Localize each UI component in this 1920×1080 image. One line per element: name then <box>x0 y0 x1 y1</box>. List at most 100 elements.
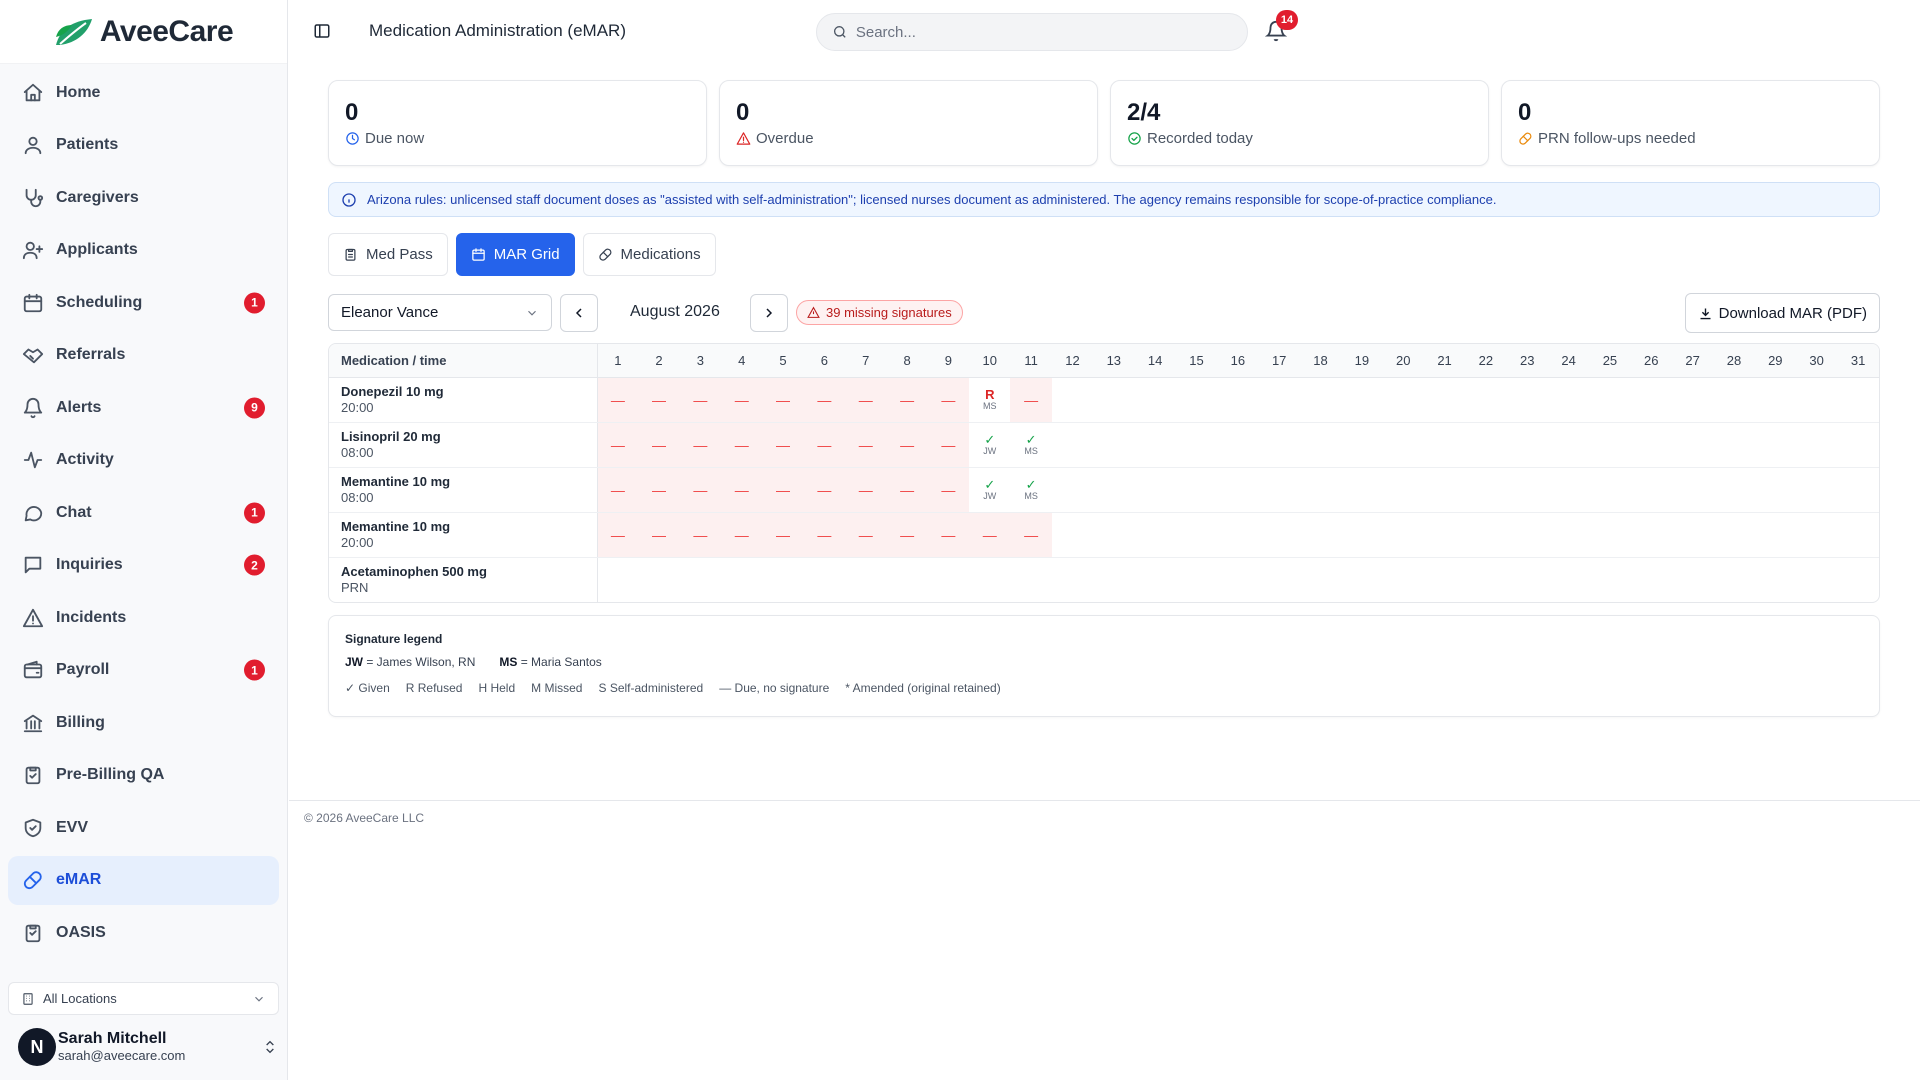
dose-cell-empty[interactable] <box>1589 512 1631 558</box>
dose-cell-missed[interactable]: — <box>721 377 763 423</box>
dose-cell-missed[interactable]: — <box>762 422 804 468</box>
dose-cell-empty[interactable] <box>1589 557 1630 602</box>
dose-cell-empty[interactable] <box>1796 557 1837 602</box>
dose-cell-empty[interactable] <box>1795 467 1838 513</box>
dose-cell-missed[interactable]: — <box>762 377 804 423</box>
dose-cell-refused[interactable]: R MS <box>969 377 1011 423</box>
dose-cell-empty[interactable] <box>1176 557 1217 602</box>
dose-cell-empty[interactable] <box>1506 422 1548 468</box>
sidebar-item-caregivers[interactable]: Caregivers <box>8 173 279 222</box>
dose-cell-empty[interactable] <box>1672 557 1713 602</box>
sidebar-item-alerts[interactable]: Alerts 9 <box>8 383 279 432</box>
dose-cell-missed[interactable]: — <box>597 422 639 468</box>
dose-cell-empty[interactable] <box>1589 377 1631 423</box>
dose-cell-empty[interactable] <box>1175 512 1218 558</box>
dose-cell-missed[interactable]: — <box>927 512 970 558</box>
dose-cell-given[interactable]: ✓ JW <box>969 422 1011 468</box>
tab-mar-grid[interactable]: MAR Grid <box>455 233 575 276</box>
dose-cell-empty[interactable] <box>1713 512 1755 558</box>
dose-cell-missed[interactable]: — <box>638 422 680 468</box>
dose-cell-empty[interactable] <box>1547 422 1590 468</box>
search-input[interactable] <box>855 23 1232 41</box>
dose-cell-missed[interactable]: — <box>845 467 887 513</box>
dose-cell-missed[interactable]: — <box>845 422 887 468</box>
dose-cell-empty[interactable] <box>1382 377 1424 423</box>
dose-cell-given[interactable]: ✓ MS <box>1010 422 1052 468</box>
dose-cell-empty[interactable] <box>1175 377 1218 423</box>
dose-cell-empty[interactable] <box>1341 557 1382 602</box>
dose-cell-empty[interactable] <box>762 557 803 602</box>
sidebar-item-pre-billing-qa[interactable]: Pre-Billing QA <box>8 751 279 800</box>
download-mar-button[interactable]: Download MAR (PDF) <box>1684 293 1880 333</box>
dose-cell-empty[interactable] <box>1795 512 1838 558</box>
dose-cell-empty[interactable] <box>1051 512 1094 558</box>
previous-month-button[interactable] <box>560 294 598 332</box>
dose-cell-empty[interactable] <box>886 557 927 602</box>
dose-cell-empty[interactable] <box>1547 467 1590 513</box>
dose-cell-empty[interactable] <box>1630 512 1672 558</box>
dose-cell-empty[interactable] <box>1589 422 1631 468</box>
sidebar-item-chat[interactable]: Chat 1 <box>8 488 279 537</box>
dose-cell-empty[interactable] <box>1423 422 1466 468</box>
dose-cell-empty[interactable] <box>1713 377 1755 423</box>
dose-cell-empty[interactable] <box>597 557 638 602</box>
dose-cell-empty[interactable] <box>1713 557 1754 602</box>
dose-cell-empty[interactable] <box>1134 557 1175 602</box>
dose-cell-empty[interactable] <box>1589 467 1631 513</box>
tab-med-pass[interactable]: Med Pass <box>328 233 448 276</box>
sidebar-item-incidents[interactable]: Incidents <box>8 593 279 642</box>
dose-cell-empty[interactable] <box>1837 512 1879 558</box>
dose-cell-missed[interactable]: — <box>679 422 722 468</box>
dose-cell-empty[interactable] <box>1507 557 1548 602</box>
dose-cell-missed[interactable]: — <box>762 512 804 558</box>
dose-cell-empty[interactable] <box>1093 422 1135 468</box>
dose-cell-empty[interactable] <box>1465 557 1506 602</box>
dose-cell-given[interactable]: ✓ MS <box>1010 467 1052 513</box>
sidebar-item-oasis[interactable]: OASIS <box>8 908 279 957</box>
dose-cell-missed[interactable]: — <box>721 512 763 558</box>
sidebar-toggle-button[interactable] <box>313 22 331 40</box>
dose-cell-empty[interactable] <box>1754 512 1796 558</box>
dose-cell-empty[interactable] <box>1217 377 1259 423</box>
dose-cell-empty[interactable] <box>1258 377 1300 423</box>
dose-cell-missed[interactable]: — <box>597 512 639 558</box>
dose-cell-empty[interactable] <box>1258 422 1300 468</box>
dose-cell-empty[interactable] <box>1175 467 1218 513</box>
dose-cell-missed[interactable]: — <box>969 512 1011 558</box>
dose-cell-empty[interactable] <box>1341 512 1383 558</box>
dose-cell-empty[interactable] <box>1299 422 1342 468</box>
app-logo[interactable]: AveeCare <box>0 0 287 64</box>
dose-cell-empty[interactable] <box>1341 422 1383 468</box>
dose-cell-missed[interactable]: — <box>638 512 680 558</box>
dose-cell-empty[interactable] <box>1713 467 1755 513</box>
dose-cell-missed[interactable]: — <box>679 512 722 558</box>
dose-cell-missed[interactable]: — <box>721 467 763 513</box>
dose-cell-empty[interactable] <box>1010 557 1051 602</box>
dose-cell-empty[interactable] <box>1093 467 1135 513</box>
dose-cell-empty[interactable] <box>1093 377 1135 423</box>
dose-cell-empty[interactable] <box>969 557 1010 602</box>
dose-cell-empty[interactable] <box>1547 512 1590 558</box>
dose-cell-empty[interactable] <box>1341 467 1383 513</box>
dose-cell-missed[interactable]: — <box>845 512 887 558</box>
sidebar-item-activity[interactable]: Activity <box>8 436 279 485</box>
dose-cell-empty[interactable] <box>1217 557 1258 602</box>
dose-cell-empty[interactable] <box>1506 467 1548 513</box>
dose-cell-empty[interactable] <box>1424 557 1465 602</box>
dose-cell-empty[interactable] <box>1837 422 1879 468</box>
dose-cell-empty[interactable] <box>1713 422 1755 468</box>
dose-cell-empty[interactable] <box>1671 512 1714 558</box>
dose-cell-missed[interactable]: — <box>597 467 639 513</box>
dose-cell-empty[interactable] <box>1134 467 1176 513</box>
dose-cell-empty[interactable] <box>1630 422 1672 468</box>
dose-cell-empty[interactable] <box>1382 467 1424 513</box>
dose-cell-missed[interactable]: — <box>803 422 846 468</box>
dose-cell-empty[interactable] <box>1134 512 1176 558</box>
dose-cell-empty[interactable] <box>1382 512 1424 558</box>
dose-cell-empty[interactable] <box>1671 467 1714 513</box>
dose-cell-empty[interactable] <box>1299 377 1342 423</box>
dose-cell-missed[interactable]: — <box>638 377 680 423</box>
dose-cell-empty[interactable] <box>1506 377 1548 423</box>
next-month-button[interactable] <box>750 294 788 332</box>
dose-cell-missed[interactable]: — <box>845 377 887 423</box>
